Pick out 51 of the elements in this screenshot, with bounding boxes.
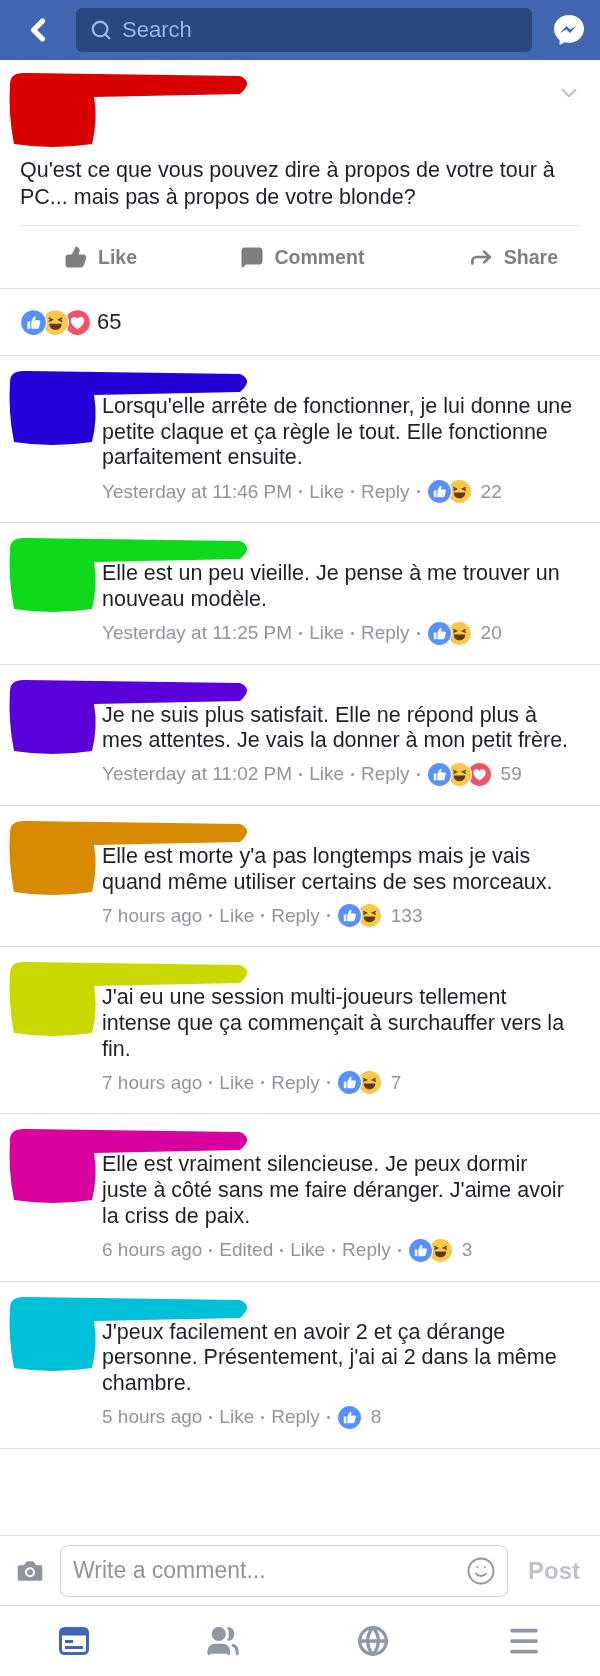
reaction-count: 59 — [500, 763, 522, 786]
comment-action-link[interactable]: Reply — [361, 480, 410, 503]
comment-time: Yesterday at 11:46 PM — [102, 480, 293, 503]
reaction-count: 8 — [370, 1406, 382, 1429]
comment-action-link[interactable]: Reply — [361, 763, 410, 786]
comment-action-link[interactable]: Like — [219, 1071, 255, 1094]
reaction-count: 65 — [97, 309, 122, 335]
comment-text: J'ai eu une session multi-joueurs tellement intense que ça commençait à surchauffer vers la fin. — [102, 985, 566, 1063]
comment-action-link[interactable]: Reply — [271, 1406, 320, 1429]
comment-time: 6 hours ago — [102, 1239, 203, 1262]
comment-text: Elle est vraiment silencieuse. Je peux dormir juste à côté sans me faire déranger. J'aime avoir la criss de paix. — [102, 1152, 565, 1230]
search-field[interactable]: Search — [76, 8, 532, 52]
comment-text: Lorsqu'elle arrête de fonctionner, je lui donne une petite claque et ça règle le tout. Elle fonctionne parfaitement ensuite. — [102, 394, 574, 472]
comment-button[interactable]: Comment — [236, 241, 369, 273]
comment-action-link[interactable]: Like — [309, 763, 344, 786]
news-feed-icon — [58, 1627, 89, 1655]
comment-action-link[interactable]: Like — [290, 1239, 326, 1262]
comment-time: Yesterday at 11:02 PM — [102, 763, 293, 786]
comment-text: J'peux facilement en avoir 2 et ça dérange personne. Présentement, j'ai ai 2 dans la même chambre. — [102, 1319, 558, 1397]
comment-action-link[interactable]: Reply — [361, 622, 410, 644]
reaction-count: 22 — [480, 480, 502, 503]
comment-time: 5 hours ago — [102, 1406, 203, 1429]
comment-time: Yesterday at 11:25 PM — [102, 622, 293, 644]
post-text: Qu'est ce que vous pouvez dire à propos de votre tour à PC... mais pas à propos de votre blonde? — [20, 157, 556, 211]
like-button[interactable]: Like — [60, 241, 142, 273]
speech-bubble-icon — [240, 245, 265, 269]
reaction-count: 20 — [480, 622, 502, 644]
messenger-icon[interactable] — [552, 13, 586, 47]
reaction-count: 7 — [390, 1071, 402, 1094]
comment-action-link[interactable]: Like — [309, 480, 344, 503]
comment-action-link[interactable]: Reply — [271, 904, 320, 927]
comment-text: Je ne suis plus satisfait. Elle ne répond plus à mes attentes. Je vais la donner à mon petit frère. — [102, 702, 570, 754]
edited-label: Edited — [219, 1239, 274, 1262]
reaction-count: 133 — [390, 904, 423, 927]
reaction-count: 3 — [461, 1239, 473, 1262]
comment-action-link[interactable]: Like — [309, 622, 344, 644]
comment-action-link[interactable]: Reply — [271, 1071, 320, 1094]
thumbs-up-icon — [64, 245, 88, 269]
search-icon — [90, 19, 112, 41]
comment-action-link[interactable]: Reply — [342, 1239, 391, 1262]
comment-text: Elle est morte y'a pas longtemps mais je vais quand même utiliser certains de ses morceaux. — [102, 843, 554, 896]
comment-text: Elle est un peu vieille. Je pense à me trouver un nouveau modèle. — [102, 561, 561, 613]
comment-field[interactable]: Write a comment... — [60, 1544, 508, 1597]
smiley-icon[interactable] — [466, 1555, 496, 1586]
comment-time: 7 hours ago — [102, 1071, 203, 1094]
share-button[interactable]: Share — [463, 240, 562, 274]
comment-action-link[interactable]: Like — [219, 904, 255, 927]
globe-icon — [356, 1625, 389, 1657]
friends-icon — [205, 1624, 240, 1658]
comment-action-link[interactable]: Like — [219, 1406, 255, 1429]
comment-time: 7 hours ago — [102, 904, 203, 927]
